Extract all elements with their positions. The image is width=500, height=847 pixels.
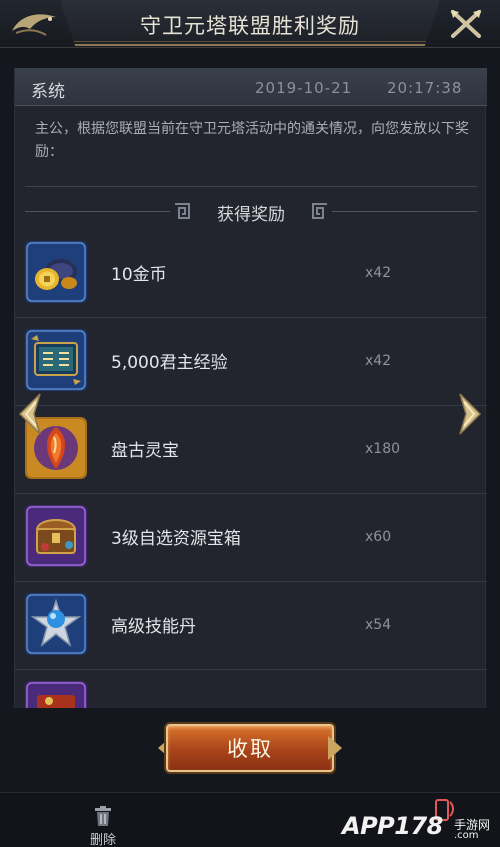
reward-item: 5,000君主经验 x42	[15, 318, 487, 406]
reward-quantity: x42	[365, 353, 392, 369]
delete-button[interactable]: 删除	[78, 803, 128, 847]
mail-date: 2019-10-21	[255, 79, 353, 97]
experience-book-icon[interactable]	[25, 329, 87, 391]
divider	[25, 186, 477, 187]
next-arrow-icon[interactable]	[456, 392, 484, 436]
resource-chest-icon[interactable]	[25, 681, 87, 708]
previous-arrow-icon[interactable]	[16, 392, 44, 436]
claim-button[interactable]: 收取	[166, 724, 334, 772]
skill-pill-icon[interactable]	[25, 593, 87, 655]
title-bar: 守卫元塔联盟胜利奖励	[0, 0, 500, 48]
reward-name: 5,000君主经验	[111, 353, 228, 373]
claim-button-frame: 收取	[158, 718, 342, 778]
page-title: 守卫元塔联盟胜利奖励	[140, 14, 360, 38]
mail-header: 系统 2019-10-21 20:17:38	[15, 68, 487, 106]
reward-quantity: x60	[365, 529, 392, 545]
close-icon	[451, 10, 481, 38]
reward-item: 高级技能丹 x54	[15, 582, 487, 670]
reward-list[interactable]: 10金币 x42 5,000君主经验 x42 盘古灵宝 x180 3级自选资源宝…	[15, 230, 487, 708]
reward-quantity: x54	[365, 617, 392, 633]
watermark-logo: APP178 手游网 .com	[330, 798, 496, 844]
divider	[332, 211, 477, 212]
close-button[interactable]	[438, 4, 494, 44]
claim-label: 收取	[227, 737, 273, 761]
mail-body: 主公，根据您联盟当前在守卫元塔活动中的通关情况，向您发放以下奖励：	[35, 121, 469, 160]
mail-time: 20:17:38	[387, 79, 463, 97]
watermark-domain: .com	[454, 830, 479, 841]
resource-chest-icon[interactable]	[25, 505, 87, 567]
reward-quantity: x180	[365, 441, 401, 457]
reward-item: 盘古灵宝 x180	[15, 406, 487, 494]
watermark-text: APP178	[342, 812, 443, 840]
mail-panel: 系统 2019-10-21 20:17:38 主公，根据您联盟当前在守卫元塔活动…	[14, 68, 487, 708]
reward-item: 3级自选资源宝箱 x60	[15, 494, 487, 582]
reward-name: 10金币	[111, 265, 167, 285]
gold-coin-icon[interactable]	[25, 241, 87, 303]
trash-icon	[95, 806, 111, 826]
mail-sender: 系统	[31, 82, 65, 102]
reward-quantity: x42	[365, 265, 392, 281]
rewards-section-header: 获得奖励	[25, 192, 477, 226]
ornament-icon	[328, 736, 342, 760]
reward-item: 10金币 x42	[15, 230, 487, 318]
reward-name: 3级自选资源宝箱	[111, 529, 241, 549]
reward-name: 盘古灵宝	[111, 441, 179, 461]
ornament-icon	[312, 203, 327, 219]
reward-item	[15, 670, 487, 708]
delete-label: 删除	[89, 833, 116, 847]
reward-name: 高级技能丹	[111, 617, 196, 637]
rewards-title: 获得奖励	[217, 205, 285, 225]
